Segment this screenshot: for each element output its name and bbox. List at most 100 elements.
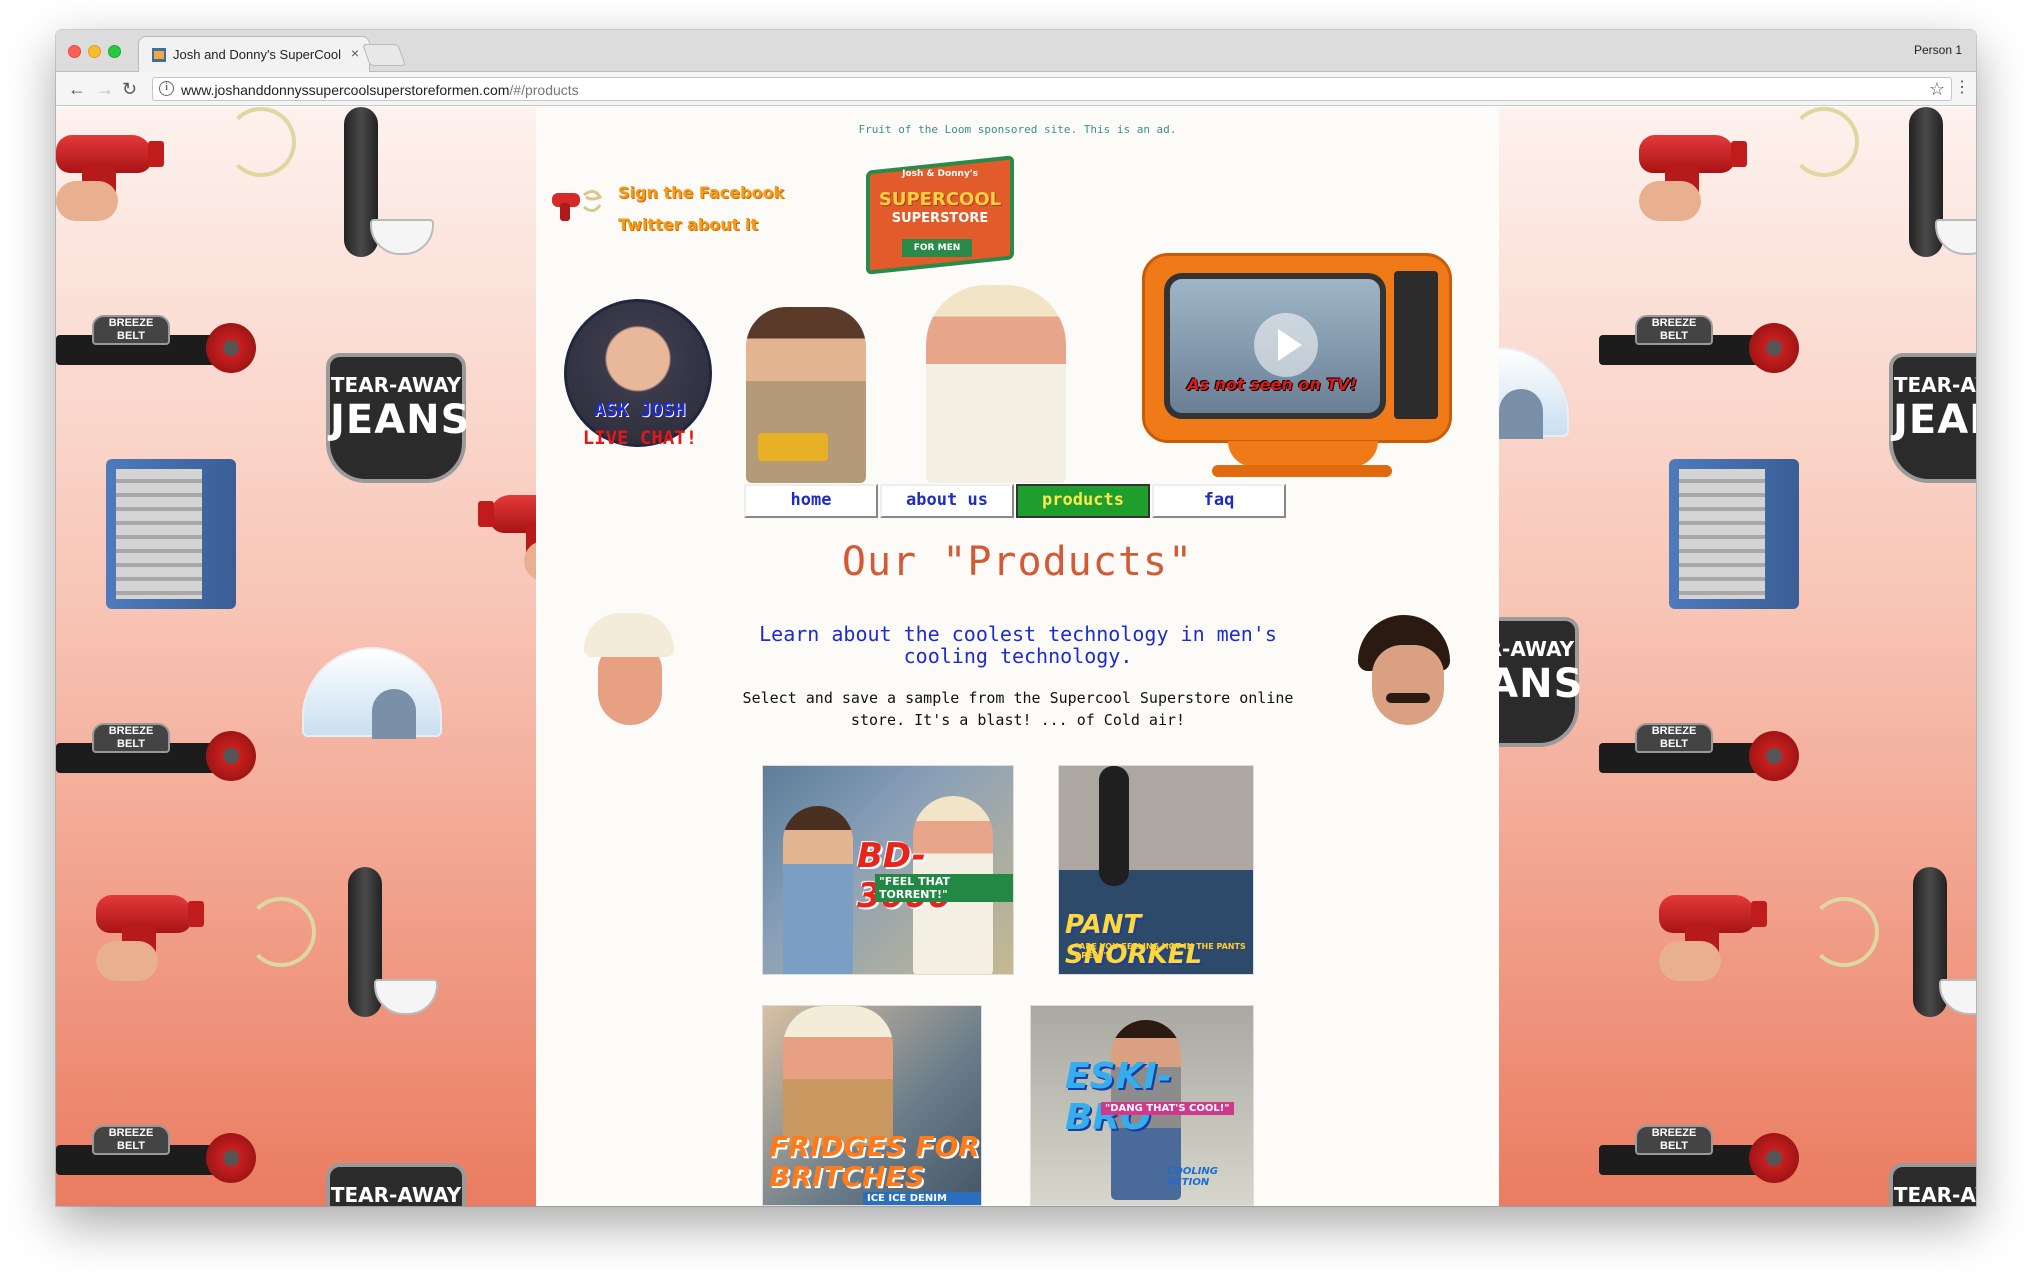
- host-donny-figure: [926, 285, 1066, 483]
- bookmark-star-icon[interactable]: ☆: [1929, 79, 1945, 100]
- page-viewport: BREEZE BELT TEAR-AWAY JEANS BREEZE BELT B…: [56, 107, 1976, 1206]
- tab-close-icon[interactable]: ×: [351, 45, 359, 61]
- sponsor-notice: Fruit of the Loom sponsored site. This i…: [858, 123, 1177, 136]
- live-chat-link[interactable]: LIVE CHAT!: [560, 427, 720, 449]
- belt-label: BREEZE BELT: [1635, 1125, 1713, 1155]
- jeans-badge-line1: TEAR-AWAY: [330, 373, 462, 397]
- tv-caption: As not seen on TV!: [1187, 375, 1357, 394]
- maximize-window-button[interactable]: [108, 45, 121, 58]
- breeze-belt-icon: BREEZE BELT: [1599, 723, 1799, 781]
- logo-main-text: SUPERCOOL: [878, 189, 1002, 210]
- donny-head-image: [584, 613, 674, 729]
- site-favicon-icon: [152, 48, 166, 62]
- belt-label: BREEZE BELT: [1635, 723, 1713, 753]
- product-name: FRIDGES FOR BRITCHES: [769, 1130, 980, 1193]
- reload-icon[interactable]: ↻: [122, 79, 137, 100]
- nav-faq[interactable]: faq: [1152, 484, 1286, 518]
- tear-away-jeans-badge: TEAR-AWAYJEANS: [326, 353, 471, 483]
- product-figure: [783, 806, 853, 974]
- page-title: Our "Products": [841, 539, 1194, 585]
- hair-dryer-icon: [552, 190, 603, 221]
- hair-dryer-gun-icon: [56, 127, 176, 221]
- belt-label: BREEZE BELT: [92, 723, 170, 753]
- breeze-belt-icon: BREEZE BELT: [1599, 1125, 1799, 1183]
- hair-dryer-gun-icon: [1659, 887, 1779, 981]
- josh-head-image: [1358, 615, 1450, 727]
- breeze-belt-icon: BREEZE BELT: [56, 723, 256, 781]
- logo-sub-text: SUPERSTORE: [891, 211, 989, 226]
- air-swirl-icon: [226, 107, 296, 177]
- toolbar: ← → ↻ i www.joshanddonnyssupercoolsupers…: [56, 72, 1976, 106]
- belt-label: BREEZE BELT: [92, 1125, 170, 1155]
- site-info-icon[interactable]: i: [159, 81, 174, 96]
- product-card-bd3000[interactable]: BD-3000 "FEEL THAT TORRENT!": [762, 765, 1014, 975]
- tear-away-jeans-badge: TEAR-AWAY: [326, 1163, 466, 1206]
- breeze-belt-icon: BREEZE BELT: [56, 1125, 256, 1183]
- facebook-link[interactable]: Sign the Facebook: [618, 183, 784, 202]
- jeans-badge-line1: TEAR-AWAY: [330, 1183, 462, 1206]
- belt-label: BREEZE BELT: [92, 315, 170, 345]
- air-swirl-icon: [1809, 897, 1879, 967]
- hair-dryer-gun-icon: [96, 887, 216, 981]
- fridge-icon: [1669, 459, 1799, 609]
- tear-away-jeans-badge: TEAR-AWAYJEANS: [1889, 353, 1976, 483]
- nav-about-us[interactable]: about us: [880, 484, 1014, 518]
- product-card-eski-bro[interactable]: ESKI-BRO "DANG THAT'S COOL!" COOLING ACT…: [1030, 1005, 1254, 1206]
- ask-josh-link[interactable]: ASK JOSH: [560, 399, 720, 421]
- product-tagline: ICE ICE DENIM BABY!: [863, 1192, 981, 1205]
- hair-dryer-gun-icon: [1639, 127, 1759, 221]
- twitter-link[interactable]: Twitter about it: [618, 215, 758, 234]
- close-window-button[interactable]: [68, 45, 81, 58]
- breeze-belt-icon: BREEZE BELT: [1599, 315, 1799, 373]
- url-text[interactable]: www.joshanddonnyssupercoolsuperstoreform…: [181, 82, 579, 98]
- profile-button[interactable]: Person 1: [1914, 43, 1962, 57]
- product-tagline-secondary: COOLING ACTION: [1167, 1166, 1219, 1188]
- breeze-belt-icon: BREEZE BELT: [56, 315, 256, 373]
- tear-away-jeans-badge: TEAR-AWAY: [1889, 1163, 1976, 1206]
- belt-label: BREEZE BELT: [1635, 315, 1713, 345]
- tab-bar: Josh and Donny's SuperCool × Person 1: [56, 30, 1976, 72]
- product-name: PANT SNORKEL: [1065, 910, 1203, 970]
- browser-window: Josh and Donny's SuperCool × Person 1 ← …: [56, 30, 1976, 1206]
- address-bar[interactable]: i www.joshanddonnyssupercoolsuperstorefo…: [152, 77, 1952, 101]
- new-tab-button[interactable]: [361, 44, 407, 66]
- forward-icon[interactable]: →: [96, 79, 114, 100]
- nav-products[interactable]: products: [1016, 484, 1150, 518]
- minimize-window-button[interactable]: [88, 45, 101, 58]
- jeans-badge-line2: JEANS: [1893, 397, 1976, 443]
- product-name: ESKI-BRO: [1065, 1056, 1172, 1138]
- fridge-icon: [106, 459, 236, 609]
- store-logo[interactable]: SUPERCOOL SUPERSTORE FOR MEN Josh & Donn…: [866, 149, 1014, 275]
- air-swirl-icon: [1789, 107, 1859, 177]
- back-icon[interactable]: ←: [68, 79, 86, 100]
- page-description: Select and save a sample from the Superc…: [742, 689, 1294, 729]
- logo-tag-text: FOR MEN: [902, 239, 972, 257]
- product-card-pant-snorkel[interactable]: PANT SNORKEL "ARE YOU FEELING HOT IN THE…: [1058, 765, 1254, 975]
- main-nav: home about us products faq: [744, 484, 1288, 518]
- nav-home[interactable]: home: [744, 484, 878, 518]
- product-tagline: "DANG THAT'S COOL!": [1101, 1102, 1234, 1115]
- background-pattern-left: BREEZE BELT TEAR-AWAY JEANS BREEZE BELT B…: [56, 107, 586, 1206]
- tab-active[interactable]: Josh and Donny's SuperCool ×: [138, 36, 370, 72]
- product-figure: [783, 1006, 893, 1146]
- ask-josh-avatar[interactable]: [564, 299, 712, 447]
- jeans-badge-line1: TEAR-AWAY: [1893, 1183, 1976, 1206]
- page-subtitle: Learn about the coolest technology in me…: [759, 622, 1277, 668]
- play-video-icon[interactable]: [1254, 313, 1318, 377]
- igloo-icon: [302, 647, 442, 739]
- url-host: www.joshanddonnyssupercoolsuperstoreform…: [181, 82, 510, 98]
- tv-video-player[interactable]: As not seen on TV!: [1142, 253, 1452, 483]
- logo-small-text: Josh & Donny's: [902, 169, 978, 179]
- air-swirl-icon: [246, 897, 316, 967]
- browser-menu-icon[interactable]: ⋮: [1954, 77, 1970, 97]
- product-tagline: "FEEL THAT TORRENT!": [875, 874, 1013, 902]
- main-content: Fruit of the Loom sponsored site. This i…: [536, 107, 1499, 1206]
- jeans-badge-line2: JEANS: [330, 397, 471, 443]
- tab-title: Josh and Donny's SuperCool: [173, 47, 341, 62]
- url-path: /#/products: [509, 82, 579, 98]
- product-prop: [758, 433, 828, 461]
- product-card-fridges-for-britches[interactable]: FRIDGES FOR BRITCHES ICE ICE DENIM BABY!: [762, 1005, 982, 1206]
- jeans-badge-line1: TEAR-AWAY: [1893, 373, 1976, 397]
- background-pattern-right: BREEZE BELT TEAR-AWAYJEANS TEAR-AWAYJEAN…: [1429, 107, 1976, 1206]
- product-tagline: "ARE YOU FEELING HOT IN THE PANTS AREA?": [1075, 942, 1246, 960]
